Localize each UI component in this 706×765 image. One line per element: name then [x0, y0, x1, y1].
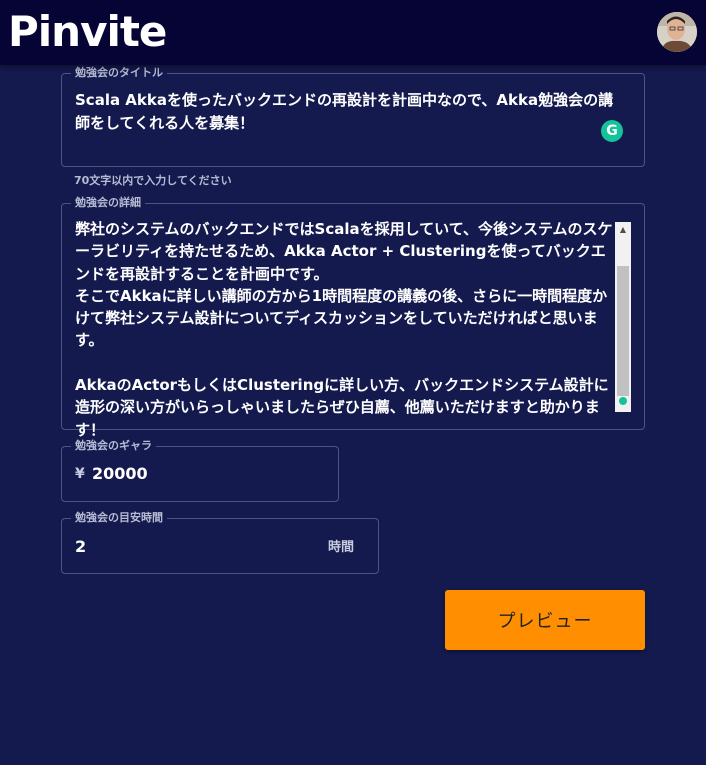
grammarly-dot-icon[interactable]	[619, 397, 627, 405]
app-logo[interactable]: Pinvite	[8, 6, 167, 58]
title-field[interactable]: 勉強会のタイトル Scala Akkaを使ったバックエンドの再設計を計画中なので…	[61, 65, 645, 167]
fee-field[interactable]: 勉強会のギャラ ¥ 20000	[61, 438, 339, 502]
detail-field[interactable]: 勉強会の詳細 弊社のシステムのバックエンドではScalaを採用していて、今後シス…	[61, 195, 645, 439]
scroll-thumb[interactable]	[617, 266, 629, 396]
detail-textarea[interactable]: 弊社のシステムのバックエンドではScalaを採用していて、今後システムのスケーラ…	[75, 218, 615, 441]
title-input[interactable]: Scala Akkaを使ったバックエンドの再設計を計画中なので、Akka勉強会の…	[75, 89, 615, 135]
hours-field[interactable]: 勉強会の目安時間 2 時間	[61, 510, 379, 574]
hours-label: 勉強会の目安時間	[71, 510, 167, 526]
title-helper-text: 70文字以内で入力してください	[74, 174, 232, 187]
hours-unit: 時間	[328, 540, 355, 555]
hours-input[interactable]: 2	[75, 537, 86, 557]
fee-label: 勉強会のギャラ	[71, 438, 156, 454]
app-header: Pinvite	[0, 0, 706, 65]
detail-scrollbar[interactable]: ▲	[615, 222, 631, 412]
avatar-icon	[657, 12, 697, 52]
detail-label: 勉強会の詳細	[71, 195, 145, 211]
title-label: 勉強会のタイトル	[71, 65, 167, 81]
preview-button[interactable]: プレビュー	[445, 590, 645, 650]
fee-input[interactable]: 20000	[92, 464, 148, 484]
yen-icon: ¥	[75, 466, 85, 482]
grammarly-icon[interactable]: G	[601, 120, 623, 142]
user-avatar[interactable]	[657, 12, 697, 52]
scroll-up-arrow-icon[interactable]: ▲	[615, 222, 631, 238]
